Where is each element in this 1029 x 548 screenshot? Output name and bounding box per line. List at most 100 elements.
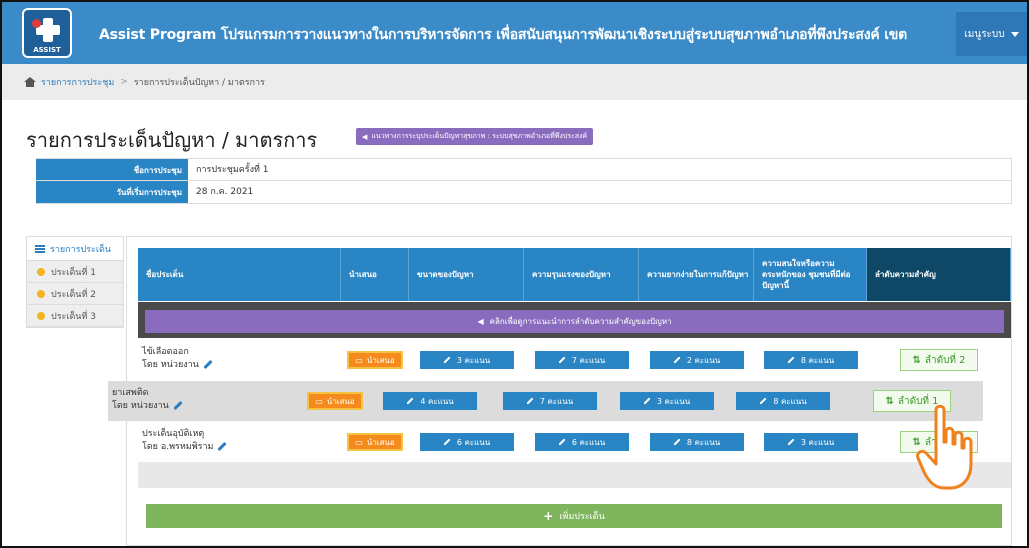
- concern-score-button[interactable]: 8 คะแนน: [736, 392, 830, 410]
- concern-score-button[interactable]: 8 คะแนน: [763, 351, 858, 369]
- size-score-button[interactable]: 4 คะแนน: [383, 392, 477, 410]
- edit-pencil-icon[interactable]: [217, 441, 228, 452]
- concern-score: 8 คะแนน: [800, 355, 835, 365]
- issue-owner: โดย หน่วยงาน: [112, 401, 169, 411]
- logo-text: ASSIST: [33, 46, 61, 54]
- present-label: นำเสนอ: [366, 437, 395, 447]
- pencil-icon: [759, 397, 767, 405]
- present-button[interactable]: ▭ นำเสนอ: [307, 392, 363, 410]
- size-score: 3 คะแนน: [456, 355, 491, 365]
- issue-owner: โดย หน่วยงาน: [142, 360, 199, 370]
- table-row: ประเด็นอุบัติเหตุ โดย อ.พรหมพิราม ▭ นำเสน…: [138, 422, 1011, 462]
- sidebar-item-issue-3[interactable]: ประเด็นที่ 3: [27, 305, 123, 327]
- priority-guide-banner[interactable]: ◀ คลิกเพื่อดูการแนะนำการลำดับความสำคัญขอ…: [145, 310, 1004, 333]
- concern-score-button[interactable]: 3 คะแนน: [763, 433, 858, 451]
- top-navbar: ASSIST Assist Program โปรแกรมการวางแนวทา…: [2, 2, 1027, 64]
- empty-row: [138, 462, 1011, 488]
- severity-score-button[interactable]: 7 คะแนน: [502, 392, 597, 410]
- pencil-icon: [673, 356, 681, 364]
- app-window: ASSIST Assist Program โปรแกรมการวางแนวทา…: [0, 0, 1029, 548]
- bullet-icon: [37, 267, 45, 276]
- caret-down-icon: [1010, 31, 1019, 37]
- difficulty-score: 8 คะแนน: [686, 437, 721, 447]
- pencil-icon: [443, 438, 451, 446]
- header-name: ชื่อประเด็น: [138, 248, 341, 301]
- header-size: ขนาดของปัญหา: [409, 248, 524, 301]
- sort-icon: ⇅: [912, 354, 921, 366]
- pencil-icon: [406, 397, 414, 405]
- issue-name: ยาเสพติด: [112, 388, 149, 398]
- header-rank: ลำดับความสำคัญ: [867, 248, 1011, 301]
- present-button[interactable]: ▭ นำเสนอ: [347, 351, 403, 369]
- add-issue-label: เพิ่มประเด็น: [559, 512, 605, 522]
- sidebar-item-label: ประเด็นที่ 3: [51, 311, 96, 322]
- bullet-icon: [37, 289, 45, 298]
- system-menu-button[interactable]: เมนูระบบ: [956, 12, 1027, 56]
- pencil-icon: [787, 356, 795, 364]
- size-score: 4 คะแนน: [420, 396, 454, 406]
- rank-label: ลำดับที่ 2: [924, 354, 966, 366]
- table-header: ชื่อประเด็น นำเสนอ ขนาดของปัญหา ความรุนแ…: [138, 248, 1011, 301]
- present-button[interactable]: ▭ นำเสนอ: [347, 433, 403, 451]
- start-date-value: 28 ก.ค. 2021: [188, 181, 1012, 203]
- issue-name: ไข้เลือดออก: [142, 347, 189, 357]
- assist-logo[interactable]: ASSIST: [22, 8, 72, 58]
- pencil-icon: [558, 356, 566, 364]
- pencil-icon: [526, 397, 534, 405]
- issue-name-cell: ประเด็นอุบัติเหตุ โดย อ.พรหมพิราม: [138, 422, 341, 462]
- bullet-icon: [37, 311, 45, 320]
- issue-name: ประเด็นอุบัติเหตุ: [142, 429, 205, 439]
- table-row: ไข้เลือดออก โดย หน่วยงาน ▭ นำเสนอ 3 คะแนน…: [138, 340, 1011, 380]
- issue-owner: โดย อ.พรหมพิราม: [142, 442, 214, 452]
- folder-icon: ▭: [355, 437, 363, 447]
- difficulty-score-button[interactable]: 2 คะแนน: [649, 351, 744, 369]
- difficulty-score: 3 คะแนน: [656, 396, 691, 406]
- page-title: รายการประเด็นปัญหา / มาตรการ: [26, 128, 318, 152]
- system-menu-label: เมนูระบบ: [964, 28, 1005, 40]
- breadcrumb-meetings-link[interactable]: รายการการประชุม: [41, 75, 114, 89]
- issue-sidebar: รายการประเด็น ประเด็นที่ 1 ประเด็นที่ 2 …: [26, 236, 124, 328]
- sidebar-header: รายการประเด็น: [27, 237, 123, 261]
- guideline-badge-label: แนวทางการระบุประเด็นปัญหาสุขภาพ : ระบบสุ…: [371, 132, 588, 140]
- pencil-icon: [643, 397, 651, 405]
- sidebar-item-issue-2[interactable]: ประเด็นที่ 2: [27, 283, 123, 305]
- breadcrumb: รายการการประชุม > รายการประเด็นปัญหา / ม…: [2, 64, 1027, 100]
- header-difficulty: ความยากง่ายในการแก้ปัญหา: [639, 248, 754, 301]
- start-date-label: วันที่เริ่มการประชุม: [36, 181, 188, 203]
- breadcrumb-current: รายการประเด็นปัญหา / มาตรการ: [133, 78, 265, 88]
- pencil-icon: [787, 438, 795, 446]
- meeting-name-value: การประชุมครั้งที่ 1: [188, 159, 1012, 180]
- guideline-badge[interactable]: ◀ แนวทางการระบุประเด็นปัญหาสุขภาพ : ระบบ…: [356, 128, 594, 145]
- folder-icon: ▭: [315, 396, 323, 406]
- app-title: Assist Program โปรแกรมการวางแนวทางในการบ…: [99, 27, 908, 43]
- difficulty-score-button[interactable]: 8 คะแนน: [649, 433, 744, 451]
- plus-icon: +: [543, 509, 554, 523]
- sidebar-item-label: ประเด็นที่ 1: [51, 267, 96, 278]
- header-present: นำเสนอ: [341, 248, 409, 301]
- severity-score-button[interactable]: 7 คะแนน: [534, 351, 629, 369]
- home-icon[interactable]: [24, 77, 36, 87]
- issue-name-cell: ไข้เลือดออก โดย หน่วยงาน: [138, 340, 341, 380]
- severity-score: 7 คะแนน: [571, 355, 606, 365]
- severity-score: 6 คะแนน: [571, 437, 606, 447]
- issue-name-cell: ยาเสพติด โดย หน่วยงาน: [108, 381, 301, 421]
- sort-icon: ⇅: [885, 395, 894, 407]
- size-score-button[interactable]: 6 คะแนน: [419, 433, 514, 451]
- difficulty-score-button[interactable]: 3 คะแนน: [619, 392, 714, 410]
- rank-button[interactable]: ⇅ ลำดับที่ 2: [900, 349, 978, 371]
- severity-score-button[interactable]: 6 คะแนน: [534, 433, 629, 451]
- sidebar-item-label: ประเด็นที่ 2: [51, 289, 96, 300]
- edit-pencil-icon[interactable]: [203, 359, 213, 370]
- sidebar-header-label: รายการประเด็น: [50, 244, 111, 255]
- megaphone-icon: ◀: [477, 317, 484, 326]
- size-score-button[interactable]: 3 คะแนน: [419, 351, 514, 369]
- add-issue-button[interactable]: + เพิ่มประเด็น: [146, 504, 1002, 528]
- banner-row: ◀ คลิกเพื่อดูการแนะนำการลำดับความสำคัญขอ…: [138, 302, 1011, 338]
- pencil-icon: [673, 438, 681, 446]
- table-row-dragging[interactable]: ยาเสพติด โดย หน่วยงาน ▭ นำเสนอ 4 คะแนน 7 …: [108, 381, 983, 421]
- difficulty-score: 2 คะแนน: [686, 355, 721, 365]
- size-score: 6 คะแนน: [456, 437, 491, 447]
- concern-score: 3 คะแนน: [800, 437, 835, 447]
- edit-pencil-icon[interactable]: [173, 400, 183, 411]
- sidebar-item-issue-1[interactable]: ประเด็นที่ 1: [27, 261, 123, 283]
